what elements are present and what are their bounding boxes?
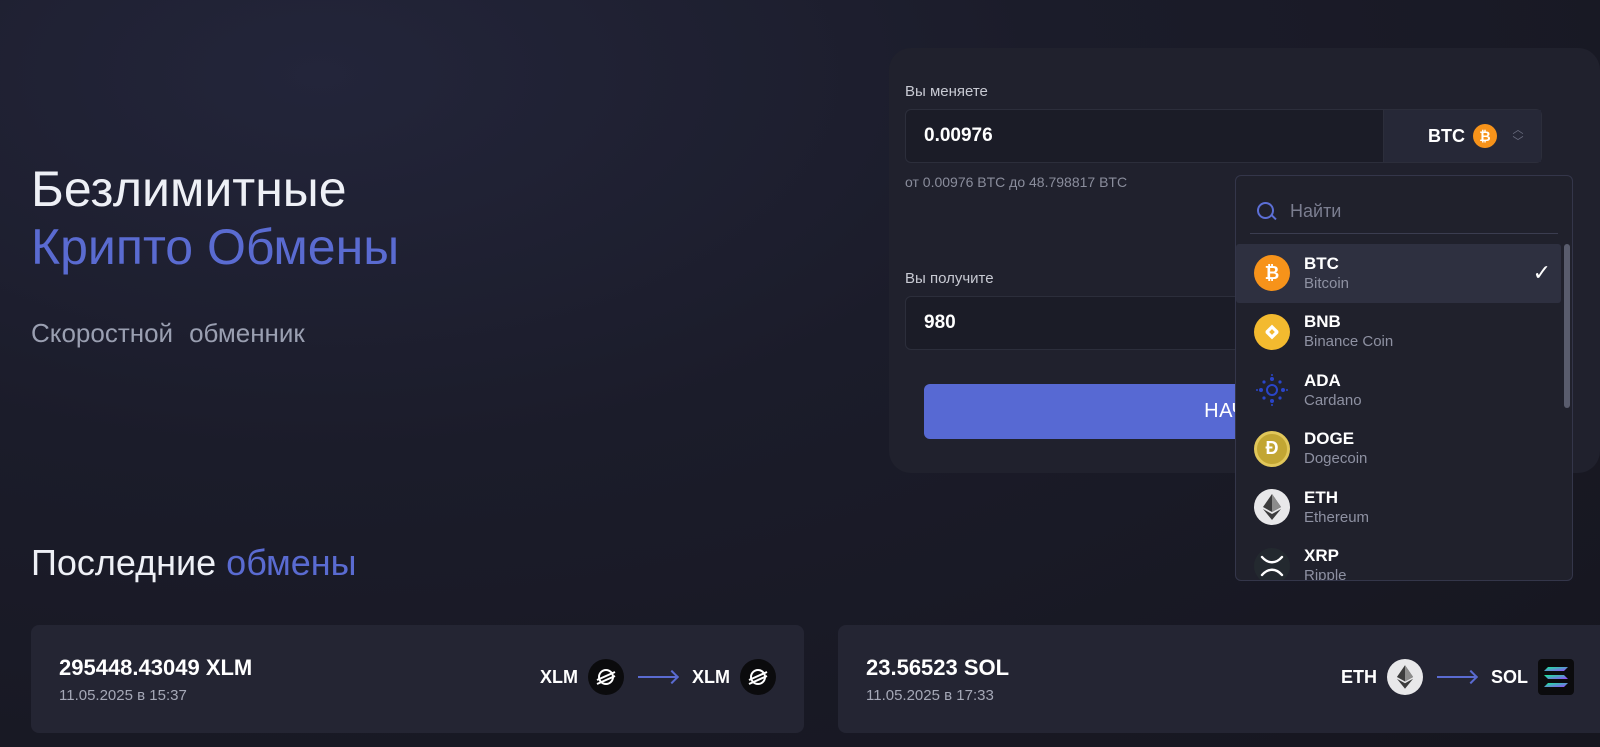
recent-exchange-card: 23.56523 SOL 11.05.2025 в 17:33 ETH SOL bbox=[838, 625, 1600, 733]
currency-list: ₿ BTC Bitcoin ✓ BNB Binance Coin ADA Car… bbox=[1236, 244, 1561, 581]
recent-exchanges-title: Последние обмены bbox=[31, 542, 357, 584]
exchange-date: 11.05.2025 в 15:37 bbox=[59, 687, 187, 704]
arrow-right-icon bbox=[638, 670, 678, 684]
solana-icon bbox=[1538, 659, 1574, 695]
ethereum-icon bbox=[1386, 659, 1423, 695]
exchange-pair: ETH SOL bbox=[1341, 659, 1574, 695]
dropdown-scrollbar[interactable] bbox=[1564, 244, 1570, 408]
give-amount-input[interactable]: 0.00976 bbox=[906, 125, 1383, 147]
search-input[interactable] bbox=[1290, 201, 1530, 222]
bitcoin-icon: ₿ bbox=[1473, 124, 1497, 148]
bitcoin-icon: ₿ bbox=[1254, 255, 1290, 292]
give-label: Вы меняете bbox=[905, 83, 988, 100]
give-currency-code: BTC bbox=[1428, 125, 1465, 146]
currency-option-eth[interactable]: ETH Ethereum bbox=[1236, 478, 1561, 537]
xrp-icon bbox=[1254, 547, 1290, 580]
currency-code: ADA bbox=[1304, 370, 1341, 390]
give-currency-select[interactable]: BTC ₿ ︿ ﹀ bbox=[1383, 110, 1541, 162]
recent-title-accent: обмены bbox=[226, 542, 357, 583]
cardano-icon bbox=[1254, 372, 1290, 408]
to-currency: SOL bbox=[1490, 666, 1528, 687]
currency-name: Dogecoin bbox=[1304, 450, 1368, 468]
currency-code: DOGE bbox=[1304, 429, 1355, 449]
exchange-amount: 295448.43049 XLM bbox=[59, 655, 253, 680]
currency-option-xrp[interactable]: XRP Ripple bbox=[1236, 537, 1561, 581]
exchange-date: 11.05.2025 в 17:33 bbox=[866, 687, 994, 704]
stellar-icon bbox=[740, 659, 776, 695]
recent-exchange-card: 295448.43049 XLM 11.05.2025 в 15:37 XLM … bbox=[31, 625, 804, 733]
to-currency: XLM bbox=[692, 666, 730, 687]
currency-option-btc[interactable]: ₿ BTC Bitcoin ✓ bbox=[1236, 244, 1561, 303]
currency-option-ada[interactable]: ADA Cardano bbox=[1236, 361, 1561, 420]
hero-title-accent: Крипто Обмены bbox=[31, 219, 400, 275]
hero: Безлимитные Крипто Обмены Скоростной обме… bbox=[31, 160, 399, 349]
currency-option-doge[interactable]: Ð DOGE Dogecoin bbox=[1236, 420, 1561, 479]
hero-subtitle: Скоростной обменник bbox=[31, 318, 399, 349]
currency-name: Ethereum bbox=[1304, 508, 1370, 526]
bnb-icon bbox=[1254, 313, 1290, 350]
recent-title-text: Последние bbox=[31, 542, 217, 583]
stellar-icon bbox=[588, 659, 624, 695]
currency-code: BTC bbox=[1304, 253, 1339, 273]
currency-code: ETH bbox=[1304, 487, 1338, 507]
arrow-right-icon bbox=[1436, 670, 1477, 684]
chevron-updown-icon: ︿ ﹀ bbox=[1512, 124, 1524, 148]
exchange-pair: XLM XLM bbox=[540, 659, 776, 695]
currency-code: BNB bbox=[1304, 312, 1341, 332]
dogecoin-icon: Ð bbox=[1254, 430, 1290, 467]
dropdown-search[interactable] bbox=[1250, 190, 1558, 234]
from-currency: XLM bbox=[540, 666, 578, 687]
exchange-amount: 23.56523 SOL bbox=[866, 655, 1010, 680]
from-currency: ETH bbox=[1340, 666, 1377, 687]
currency-name: Binance Coin bbox=[1304, 333, 1394, 351]
hero-subtitle-word: Скоростной bbox=[31, 318, 174, 348]
ethereum-icon bbox=[1254, 489, 1290, 526]
currency-name: Bitcoin bbox=[1304, 274, 1350, 292]
check-icon: ✓ bbox=[1532, 260, 1551, 285]
hero-title: Безлимитные bbox=[31, 161, 347, 217]
currency-name: Ripple bbox=[1304, 567, 1347, 581]
range-hint: от 0.00976 BTC до 48.798817 BTC bbox=[905, 174, 1128, 190]
receive-label: Вы получите bbox=[905, 270, 994, 287]
hero-subtitle-word: обменник bbox=[189, 318, 305, 348]
give-field[interactable]: 0.00976 BTC ₿ ︿ ﹀ bbox=[905, 109, 1542, 163]
currency-dropdown[interactable]: ₿ BTC Bitcoin ✓ BNB Binance Coin ADA Car… bbox=[1235, 175, 1573, 581]
currency-name: Cardano bbox=[1304, 391, 1362, 409]
search-icon bbox=[1256, 201, 1278, 223]
currency-code: XRP bbox=[1304, 546, 1339, 566]
currency-option-bnb[interactable]: BNB Binance Coin bbox=[1236, 303, 1561, 362]
